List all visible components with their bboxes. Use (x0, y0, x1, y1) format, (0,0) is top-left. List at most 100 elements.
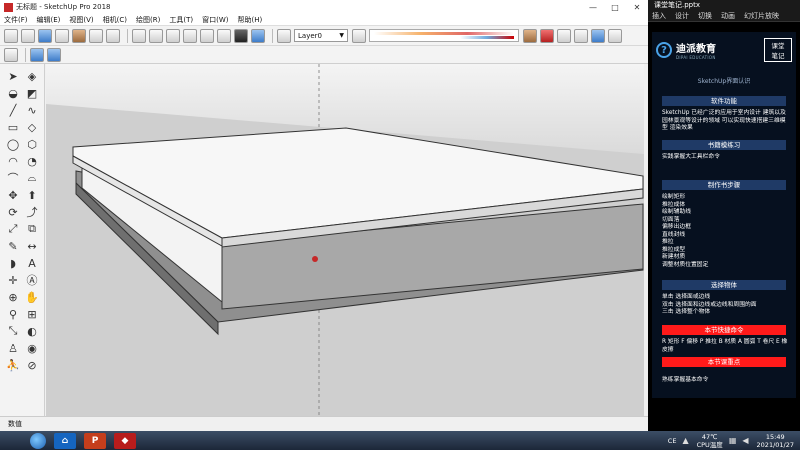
rotate-icon[interactable]: ⟳ (6, 205, 20, 219)
xray-icon[interactable] (200, 28, 214, 43)
pie-icon[interactable]: ◔ (25, 154, 39, 168)
layers-icon[interactable] (277, 28, 291, 43)
tab-transitions[interactable]: 切换 (698, 11, 712, 21)
section-display-icon[interactable] (47, 47, 61, 62)
tab-slideshow[interactable]: 幻灯片放映 (744, 11, 779, 21)
minimize-button[interactable]: — (582, 0, 604, 14)
menu-draw[interactable]: 绘图(R) (136, 15, 160, 25)
look-around-icon[interactable]: ◉ (25, 341, 39, 355)
freehand-icon[interactable]: ∿ (25, 103, 39, 117)
network-icon[interactable]: ▦ (729, 436, 737, 445)
push-pull-icon[interactable]: ⬆ (25, 188, 39, 202)
shaded-icon[interactable] (234, 28, 248, 43)
offset-icon[interactable]: ⧉ (25, 222, 39, 236)
make-group-icon[interactable]: ◈ (25, 69, 39, 83)
eraser-icon[interactable] (55, 28, 69, 43)
layer-select[interactable]: Layer0 ▼ (294, 29, 348, 42)
zoom-extents-icon[interactable]: ⤡ (6, 324, 20, 338)
house-icon[interactable] (72, 28, 86, 43)
menu-file[interactable]: 文件(F) (4, 15, 28, 25)
sandbox-icon[interactable] (608, 28, 622, 43)
tab-design[interactable]: 设计 (675, 11, 689, 21)
rotated-rectangle-icon[interactable]: ◇ (25, 120, 39, 134)
model-viewport[interactable] (46, 64, 644, 416)
move-axes-icon[interactable] (4, 47, 18, 62)
paint-icon[interactable]: ◒ (6, 86, 20, 100)
menu-help[interactable]: 帮助(H) (237, 15, 262, 25)
arc-icon[interactable]: ◠ (6, 154, 20, 168)
position-camera-icon[interactable]: ♙ (6, 341, 20, 355)
dimension-icon[interactable]: ↔ (25, 239, 39, 253)
tray-arrow-icon[interactable]: ▲ (682, 436, 688, 445)
shadow-time-slider[interactable] (369, 29, 519, 42)
share-model-icon[interactable] (557, 28, 571, 43)
shadows-icon[interactable] (352, 28, 366, 43)
protractor-icon[interactable]: ◗ (6, 256, 20, 270)
select-arrow-icon[interactable]: ➤ (6, 69, 20, 83)
warehouse-icon[interactable] (523, 28, 537, 43)
pan-icon[interactable]: ✋ (25, 290, 39, 304)
scale-icon[interactable]: ⤢ (6, 222, 20, 236)
section-steps: 制作书步骤 (662, 180, 786, 190)
menu-tools[interactable]: 工具(T) (169, 15, 193, 25)
menu-camera[interactable]: 相机(C) (103, 15, 127, 25)
polygon-icon[interactable]: ⬡ (25, 137, 39, 151)
taskbar-powerpoint-icon[interactable]: P (84, 432, 106, 449)
three-point-arc-icon[interactable]: ⌓ (25, 171, 39, 185)
key-point-text: 熟练掌握基本命令 (662, 377, 709, 383)
paint-bucket-icon[interactable] (4, 28, 18, 43)
back-view-icon[interactable] (166, 28, 180, 43)
clock-date: 2021/01/27 (756, 440, 794, 449)
clock[interactable]: 15:49 2021/01/27 (757, 433, 794, 449)
list-item: 单击 选择面或边线 (662, 294, 711, 300)
extension-icon[interactable] (540, 28, 554, 43)
two-point-arc-icon[interactable]: ⌒ (6, 171, 20, 185)
rectangle-icon[interactable]: ▭ (6, 120, 20, 134)
system-tray: CE ▲ 47℃ CPU温度 ▦ ◀ 15:49 2021/01/27 (660, 433, 800, 449)
line-icon[interactable]: ╱ (6, 103, 20, 117)
input-language[interactable]: CE (668, 437, 677, 445)
walk-icon[interactable]: ⛹ (6, 358, 20, 372)
iso-view-icon[interactable] (89, 28, 103, 43)
wireframe-icon[interactable] (217, 28, 231, 43)
tape-measure-icon[interactable]: ✎ (6, 239, 20, 253)
tab-animations[interactable]: 动画 (721, 11, 735, 21)
section-plane-icon[interactable]: ⊘ (25, 358, 39, 372)
zoom-window-icon[interactable]: ⊞ (25, 307, 39, 321)
circle-icon[interactable]: ◯ (6, 137, 20, 151)
move-icon[interactable]: ✥ (6, 188, 20, 202)
eraser-icon[interactable]: ◩ (25, 86, 39, 100)
axes-icon[interactable]: ✛ (6, 273, 20, 287)
menu-window[interactable]: 窗口(W) (202, 15, 228, 25)
zoom-icon[interactable]: ⚲ (6, 307, 20, 321)
left-view-icon[interactable] (183, 28, 197, 43)
top-view-icon[interactable] (106, 28, 120, 43)
orbit-icon[interactable]: ⊕ (6, 290, 20, 304)
3d-text-icon[interactable]: Ⓐ (25, 273, 39, 287)
volume-icon[interactable]: ◀ (742, 436, 748, 445)
follow-me-icon[interactable]: ⤴ (25, 205, 39, 219)
previous-view-icon[interactable]: ◐ (25, 324, 39, 338)
start-button[interactable] (30, 432, 46, 449)
model-canvas[interactable] (46, 64, 644, 416)
right-view-icon[interactable] (149, 28, 163, 43)
make-component-icon[interactable] (38, 28, 52, 43)
list-item: 直线封线 (662, 231, 686, 238)
section-plane-icon[interactable] (30, 47, 44, 62)
extension-warehouse-icon[interactable] (591, 28, 605, 43)
taskbar-sketchup-icon[interactable]: ◆ (114, 432, 136, 449)
taskbar-app-icon[interactable]: ⌂ (54, 432, 76, 449)
select-icon[interactable] (21, 28, 35, 43)
list-item: 推拉成体 (662, 201, 686, 208)
text-icon[interactable]: A (25, 256, 39, 270)
lock-icon[interactable] (574, 28, 588, 43)
maximize-button[interactable]: □ (604, 0, 626, 14)
ppt-title: 课堂笔记.pptx (654, 1, 700, 9)
menu-view[interactable]: 视图(V) (69, 15, 93, 25)
tab-insert[interactable]: 插入 (652, 11, 666, 21)
textured-icon[interactable] (251, 28, 265, 43)
left-toolbar: ➤ ◈ ◒ ◩ ╱ ∿ ▭ ◇ ◯ ⬡ ◠ ◔ ⌒ ⌓ ✥ ⬆ ⟳ ⤴ ⤢ ⧉ … (0, 64, 45, 416)
menu-edit[interactable]: 编辑(E) (37, 15, 61, 25)
front-view-icon[interactable] (132, 28, 146, 43)
close-button[interactable]: ✕ (626, 0, 648, 14)
